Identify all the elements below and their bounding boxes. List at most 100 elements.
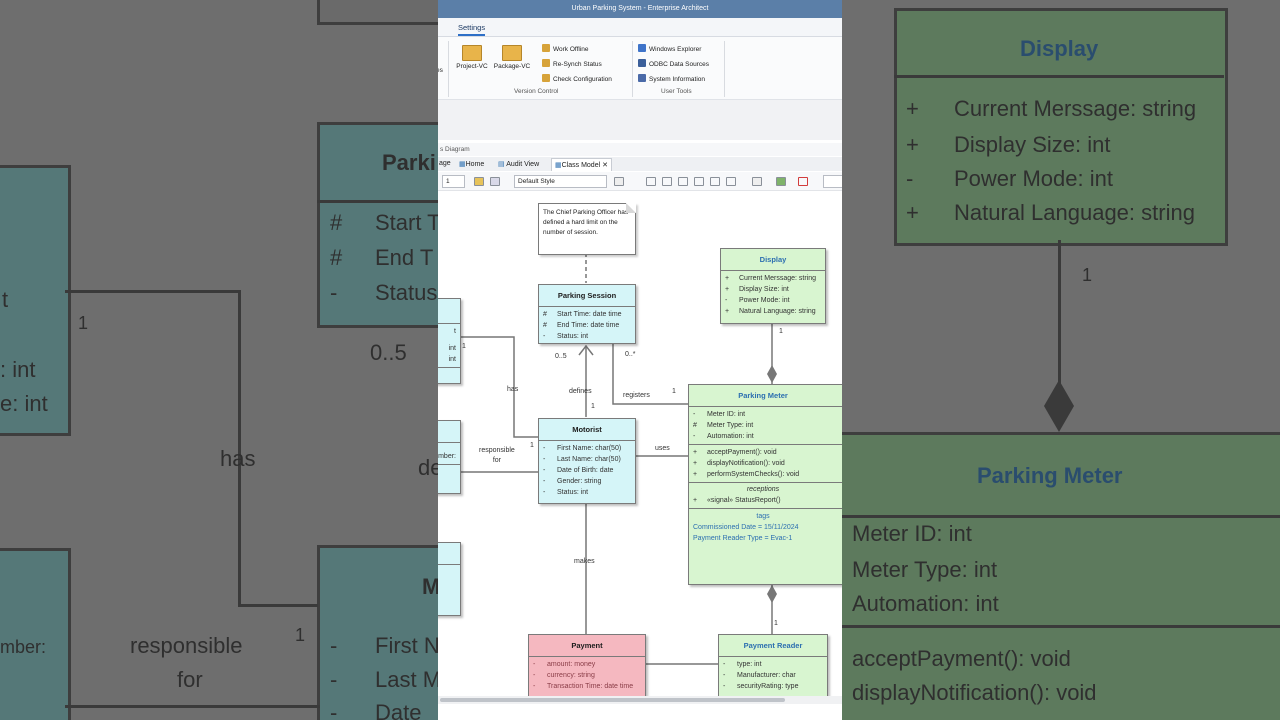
association-label-uses: uses	[655, 445, 670, 452]
user-tools-group-label: User Tools	[661, 88, 692, 95]
bg-left-class-2	[0, 548, 71, 720]
bg-text: -	[330, 700, 338, 720]
class-parking-session[interactable]: Parking Session # Start Time: date time #…	[538, 284, 636, 344]
empty-panel-area	[438, 100, 842, 140]
note-element[interactable]: The Chief Parking Officer has defined a …	[538, 203, 636, 255]
partial-class-left-1[interactable]: t int int	[438, 298, 461, 384]
operation: + acceptPayment(): void	[693, 447, 842, 458]
align-left-icon[interactable]	[646, 177, 656, 186]
class-display[interactable]: Display + Current Merssage: string + Displ…	[720, 248, 826, 324]
resynch-status-button[interactable]: Re-Synch Status	[542, 59, 602, 68]
horizontal-scrollbar[interactable]	[438, 696, 842, 704]
operation: + performSystemChecks(): void	[693, 469, 842, 480]
bg-line	[1058, 240, 1061, 385]
package-icon	[502, 45, 522, 61]
visibility-symbol: -	[543, 333, 546, 340]
system-info-label: System Information	[649, 76, 705, 83]
class-payment-reader[interactable]: Payment Reader - type: int - Manufacturer:…	[718, 634, 828, 696]
visibility-symbol: #	[543, 322, 547, 329]
layout-icon[interactable]	[752, 177, 762, 186]
class-payment[interactable]: Payment - amount: money - currency: string…	[528, 634, 646, 696]
partial-class-attributes: mber:	[438, 443, 460, 465]
note-fold-icon	[626, 203, 636, 213]
tab-settings[interactable]: Settings	[458, 23, 486, 36]
resynch-label: Re-Synch Status	[553, 61, 602, 68]
package-vc-button[interactable]: Package-VC	[492, 45, 532, 70]
attribute: - securityRating: type	[723, 681, 823, 692]
tag-value: Payment Reader Type = Evac-1	[693, 535, 793, 542]
same-width-icon[interactable]	[726, 177, 736, 186]
attribute-text: securityRating: type	[737, 683, 799, 690]
class-payment-reader-attributes: - type: int - Manufacturer: char - security…	[719, 657, 827, 694]
bg-text: Date	[375, 700, 422, 720]
project-vc-button[interactable]: Project-VC	[452, 45, 492, 70]
bg-text: 1	[295, 625, 306, 645]
multiplicity-label: 1	[530, 442, 534, 449]
attribute: + Natural Language: string	[725, 306, 821, 317]
align-center-icon[interactable]	[662, 177, 672, 186]
attribute-text: Last Name: char(50)	[557, 456, 621, 463]
offline-icon	[542, 44, 550, 52]
bg-text: has	[220, 446, 256, 471]
version-control-group-label: Version Control	[514, 88, 559, 95]
bg-text: Current Merssage: string	[954, 96, 1197, 121]
partial-class-left-2[interactable]: mber:	[438, 420, 461, 494]
windows-explorer-button[interactable]: Windows Explorer	[638, 44, 701, 53]
association-label-responsible-for: responsible for	[479, 447, 515, 464]
multiplicity-label: 1	[774, 620, 778, 627]
attribute: - Power Mode: int	[725, 295, 821, 306]
partial-attr: mber:	[438, 453, 456, 460]
tab-audit-view[interactable]: ▤ Audit View	[495, 158, 542, 170]
tab-audit-label: Audit View	[506, 161, 540, 168]
zoom-stepper[interactable]: 1	[442, 175, 465, 188]
bg-line	[240, 604, 318, 607]
align-top-icon[interactable]	[678, 177, 688, 186]
attribute-text: First Name: char(50)	[557, 445, 622, 452]
check-configuration-button[interactable]: Check Configuration	[542, 74, 612, 83]
bg-diamond	[1044, 380, 1074, 432]
tab-partial[interactable]: age	[438, 158, 454, 169]
audit-icon: ▤	[498, 161, 505, 168]
scrollbar-thumb[interactable]	[440, 698, 785, 702]
visibility-symbol: -	[723, 683, 726, 690]
bg-text: -	[330, 667, 338, 692]
ribbon-tab-bar: Settings	[438, 18, 842, 37]
attribute: - Last Name: char(50)	[543, 454, 631, 465]
bg-text: Start T	[375, 210, 438, 235]
work-offline-label: Work Offline	[553, 46, 589, 53]
attribute-text: Automation: int	[707, 433, 754, 440]
work-offline-button[interactable]: Work Offline	[542, 44, 589, 53]
delete-icon[interactable]	[798, 177, 808, 186]
association-label-registers: registers	[623, 392, 650, 399]
tab-class-model[interactable]: ▦Class Model ✕	[551, 158, 612, 171]
partial-class-left-3[interactable]	[438, 542, 461, 616]
diagram-canvas[interactable]: t int int mber: The Chief Parking Office…	[438, 191, 842, 696]
class-parking-meter[interactable]: Parking Meter - Meter ID: int # Meter Type…	[688, 384, 842, 585]
attribute-text: Meter ID: int	[707, 411, 746, 418]
attribute: # Meter Type: int	[693, 420, 842, 431]
font-color-icon[interactable]	[614, 177, 624, 186]
bg-text: +	[906, 132, 919, 157]
bg-text: #	[330, 210, 343, 235]
diagram-icon: ▦	[459, 161, 466, 168]
image-icon[interactable]	[776, 177, 786, 186]
style-select[interactable]: Default Style	[514, 175, 607, 188]
bg-text: M	[422, 574, 438, 599]
bg-text: : int	[0, 357, 36, 382]
attribute: + Display Size: int	[725, 284, 821, 295]
search-field[interactable]	[823, 175, 842, 188]
visibility-symbol: -	[723, 661, 726, 668]
close-tab-icon[interactable]: ✕	[602, 162, 608, 169]
ribbon-separator	[448, 41, 449, 97]
system-information-button[interactable]: System Information	[638, 74, 705, 83]
brush-icon[interactable]	[490, 177, 500, 186]
visibility-symbol: -	[543, 467, 546, 474]
explorer-icon	[638, 44, 646, 52]
align-bottom-icon[interactable]	[694, 177, 704, 186]
class-motorist[interactable]: Motorist - First Name: char(50) - Last Nam…	[538, 418, 636, 504]
odbc-data-sources-button[interactable]: ODBC Data Sources	[638, 59, 709, 68]
attribute-text: type: int	[737, 661, 762, 668]
tab-home[interactable]: ▦Home	[456, 158, 487, 170]
same-size-icon[interactable]	[710, 177, 720, 186]
format-painter-icon[interactable]	[474, 177, 484, 186]
